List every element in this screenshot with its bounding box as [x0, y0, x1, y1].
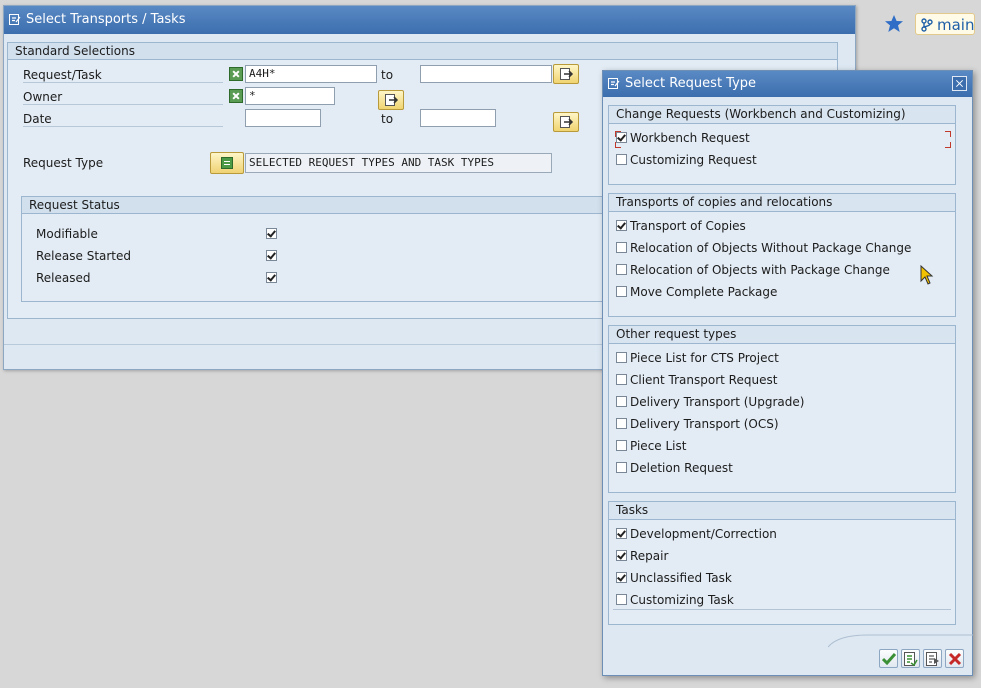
checkbox[interactable]	[616, 528, 627, 539]
option-label: Unclassified Task	[630, 571, 732, 585]
date-label: Date	[23, 112, 223, 127]
owner-more-button[interactable]	[378, 90, 404, 110]
focus-marker	[945, 131, 951, 137]
option-label: Move Complete Package	[630, 285, 778, 299]
request-task-to-label: to	[381, 68, 394, 82]
arrow-right-icon	[560, 116, 574, 128]
release-started-checkbox[interactable]	[266, 250, 277, 261]
option-label: Workbench Request	[630, 131, 750, 145]
tasks-heading: Tasks	[609, 502, 955, 520]
request-task-more-button[interactable]	[553, 64, 579, 84]
confirm-button[interactable]	[879, 649, 898, 668]
request-status-heading: Request Status	[22, 197, 620, 214]
request-task-to-input[interactable]	[420, 65, 552, 83]
option-label: Transport of Copies	[630, 219, 746, 233]
select-request-type-dialog: Select Request Type Change Requests (Wor…	[602, 70, 973, 676]
multiple-selection-icon[interactable]	[229, 89, 243, 103]
branch-badge[interactable]: main	[915, 13, 975, 35]
modifiable-label: Modifiable	[36, 227, 98, 241]
request-status-group: Request Status Modifiable Release Starte…	[21, 196, 621, 302]
checkbox[interactable]	[616, 286, 627, 297]
arrow-right-icon	[385, 94, 399, 106]
multiple-selection-icon[interactable]	[229, 67, 243, 81]
option-label: Development/Correction	[630, 527, 777, 541]
option-label: Client Transport Request	[630, 373, 778, 387]
option-label: Relocation of Objects Without Package Ch…	[630, 241, 912, 255]
option-label: Deletion Request	[630, 461, 733, 475]
owner-label: Owner	[23, 90, 223, 105]
other-request-types-group: Other request types Piece List for CTS P…	[608, 325, 956, 493]
transports-copies-heading: Transports of copies and relocations	[609, 194, 955, 212]
date-to-label: to	[381, 112, 394, 126]
deselect-all-button[interactable]	[923, 649, 942, 668]
close-icon[interactable]	[952, 76, 967, 91]
owner-input[interactable]: *	[245, 87, 335, 105]
standard-selections-heading: Standard Selections	[8, 43, 837, 60]
change-requests-group: Change Requests (Workbench and Customizi…	[608, 105, 956, 185]
git-branch-icon	[921, 18, 933, 32]
option-label: Customizing Request	[630, 153, 757, 167]
checkbox[interactable]	[616, 154, 627, 165]
select-all-icon	[904, 652, 918, 666]
option-label: Delivery Transport (OCS)	[630, 417, 779, 431]
checkbox[interactable]	[616, 264, 627, 275]
request-type-label: Request Type	[23, 156, 104, 170]
request-type-select-button[interactable]	[210, 152, 244, 174]
cancel-icon	[948, 652, 962, 666]
tasks-group: Tasks Development/Correction Repair Uncl…	[608, 501, 956, 625]
option-label: Delivery Transport (Upgrade)	[630, 395, 805, 409]
window-titlebar: Select Transports / Tasks	[4, 6, 855, 34]
branch-label: main	[937, 16, 975, 34]
checkbox[interactable]	[616, 462, 627, 473]
checkbox[interactable]	[616, 396, 627, 407]
option-label: Piece List	[630, 439, 687, 453]
request-task-label: Request/Task	[23, 68, 223, 83]
checkbox[interactable]	[616, 242, 627, 253]
confirm-icon	[882, 653, 896, 666]
option-label: Customizing Task	[630, 593, 734, 607]
transports-copies-group: Transports of copies and relocations Tra…	[608, 193, 956, 317]
request-task-from-input[interactable]: A4H*	[245, 65, 377, 83]
option-label: Piece List for CTS Project	[630, 351, 779, 365]
deselect-all-icon	[926, 652, 939, 666]
date-to-input[interactable]	[420, 109, 496, 127]
released-checkbox[interactable]	[266, 272, 277, 283]
equals-icon	[221, 157, 233, 169]
checkbox[interactable]	[616, 550, 627, 561]
other-request-types-heading: Other request types	[609, 326, 955, 344]
checkbox[interactable]	[616, 352, 627, 363]
cancel-button[interactable]	[945, 649, 964, 668]
release-started-label: Release Started	[36, 249, 132, 263]
checkbox[interactable]	[616, 418, 627, 429]
date-from-input[interactable]	[245, 109, 321, 127]
dialog-icon	[608, 78, 620, 89]
divider	[613, 609, 951, 610]
focus-marker	[945, 142, 951, 148]
window-title: Select Transports / Tasks	[26, 12, 186, 27]
checkbox[interactable]	[616, 594, 627, 605]
request-type-field: SELECTED REQUEST TYPES AND TASK TYPES	[245, 153, 552, 173]
released-label: Released	[36, 271, 91, 285]
option-label: Repair	[630, 549, 669, 563]
footer-curve	[828, 634, 973, 648]
change-requests-heading: Change Requests (Workbench and Customizi…	[609, 106, 955, 124]
checkbox[interactable]	[616, 132, 627, 143]
modifiable-checkbox[interactable]	[266, 228, 277, 239]
checkbox[interactable]	[616, 220, 627, 231]
star-icon[interactable]	[884, 14, 904, 34]
dialog-title: Select Request Type	[625, 76, 757, 91]
arrow-right-icon	[560, 68, 574, 80]
dialog-titlebar: Select Request Type	[603, 71, 972, 97]
window-icon	[9, 14, 21, 25]
select-all-button[interactable]	[901, 649, 920, 668]
date-more-button[interactable]	[553, 112, 579, 132]
option-label: Relocation of Objects with Package Chang…	[630, 263, 890, 277]
checkbox[interactable]	[616, 440, 627, 451]
checkbox[interactable]	[616, 572, 627, 583]
mouse-cursor-icon	[920, 265, 934, 285]
checkbox[interactable]	[616, 374, 627, 385]
